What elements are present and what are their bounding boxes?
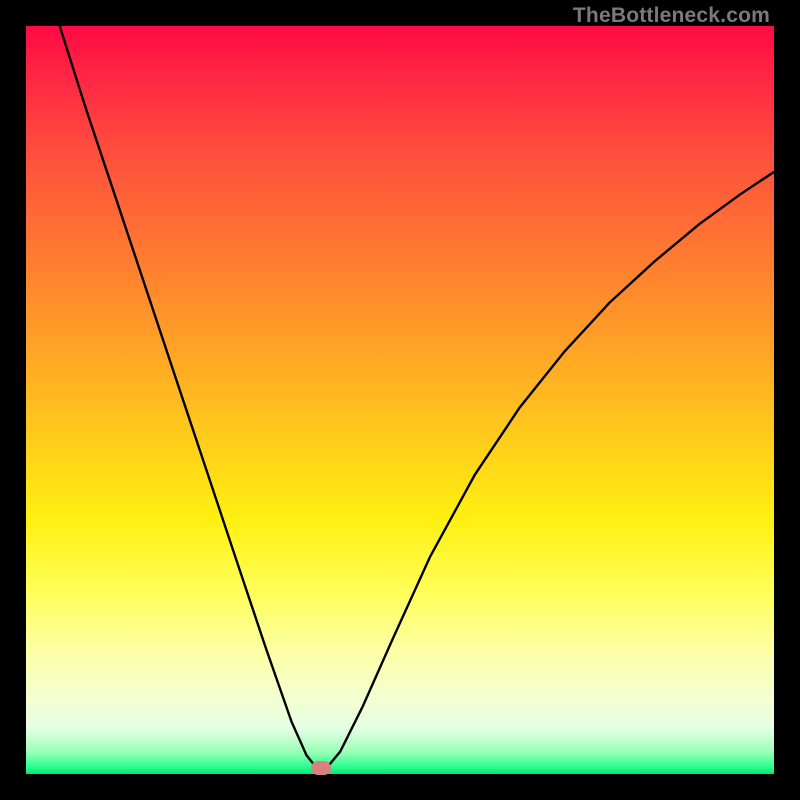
curve-svg (26, 26, 774, 774)
bottleneck-curve (60, 26, 774, 774)
chart-stage: TheBottleneck.com (0, 0, 800, 800)
watermark-text: TheBottleneck.com (573, 4, 770, 28)
optimal-marker (311, 761, 331, 775)
plot-area (26, 26, 774, 774)
